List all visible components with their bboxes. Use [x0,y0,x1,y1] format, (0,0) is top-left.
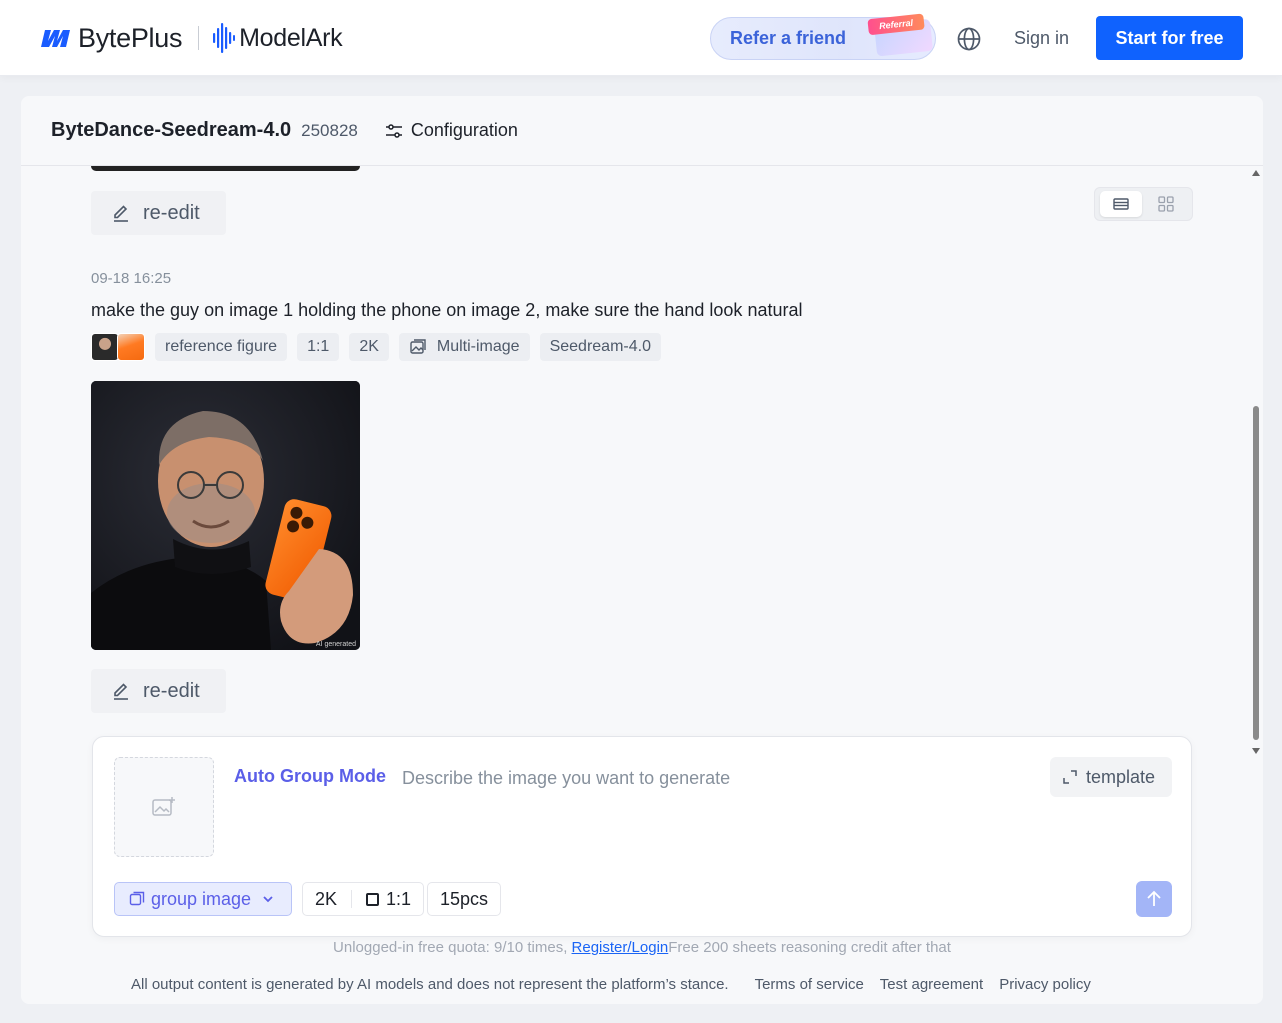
tag-reference-figure: reference figure [155,333,288,361]
auto-group-mode-label[interactable]: Auto Group Mode [234,766,386,787]
ai-generated-label: AI generated [315,641,356,648]
re-edit-label: re-edit [143,201,200,224]
sliders-icon [385,123,402,138]
edit-pencil-icon [114,683,128,700]
refer-friend-button[interactable]: Refer a friend Referral [710,13,936,60]
disclaimer-text: All output content is generated by AI mo… [131,976,729,993]
image-upload-button[interactable] [114,757,214,857]
model-version: 250828 [301,120,358,140]
quota-text: Unlogged-in free quota: 9/10 times, [333,939,568,956]
single-view-button[interactable] [1100,191,1142,217]
reference-thumbnail-1[interactable] [91,333,119,361]
expand-icon [1063,770,1077,784]
re-edit-button-2[interactable]: re-edit [91,669,226,713]
refer-friend-label: Refer a friend [730,28,847,48]
configuration-label: Configuration [410,120,518,140]
generated-image-illustration [91,381,360,650]
terms-of-service-link[interactable]: Terms of service [755,976,864,993]
globe-icon[interactable] [956,26,982,52]
grid-view-button[interactable] [1145,191,1187,217]
re-edit-label: re-edit [143,679,200,702]
quota-tail: Free 200 sheets reasoning credit after t… [668,939,951,956]
arrow-up-icon [1147,890,1161,906]
chevron-down-icon [263,896,273,903]
prompt-composer: Auto Group Mode template group image 2K … [92,736,1192,937]
start-for-free-button[interactable]: Start for free [1096,16,1243,60]
quota-notice: Unlogged-in free quota: 9/10 times, Regi… [21,939,1263,956]
privacy-policy-link[interactable]: Privacy policy [999,976,1091,993]
chat-scrollbar[interactable] [1250,170,1262,754]
tag-ratio: 1:1 [297,333,340,361]
resolution-ratio-select[interactable]: 2K 1:1 [302,882,425,916]
configuration-button[interactable]: Configuration [384,120,518,141]
message-prompt: make the guy on image 1 holding the phon… [91,300,803,320]
group-image-label: group image [151,888,252,909]
list-view-icon [1113,198,1129,210]
template-label: template [1086,766,1156,787]
tag-resolution: 2K [349,333,389,361]
tag-model: Seedream-4.0 [539,333,661,361]
reference-thumbnails[interactable] [91,333,145,361]
tag-mode-label: Multi-image [436,338,520,355]
grid-view-icon [1158,196,1174,212]
pill-divider [351,890,353,908]
reference-thumbnail-2[interactable] [117,333,145,361]
modelark-wordmark: ModelArk [239,23,343,52]
group-image-select[interactable]: group image [114,882,292,916]
scroll-down-arrow-icon[interactable] [1252,748,1260,754]
model-name: ByteDance-Seedream-4.0 [51,119,292,141]
edit-pencil-icon [114,205,128,222]
image-count-select[interactable]: 15pcs [427,882,502,916]
view-mode-toggle [1094,187,1193,221]
top-nav: BytePlus ModelArk Refer a friend Referra… [0,0,1282,76]
playground-panel: ByteDance-Seedream-4.0 250828 Configurat… [21,96,1263,1004]
prompt-input[interactable] [402,761,1042,795]
re-edit-button[interactable]: re-edit [91,191,226,235]
panel-header: ByteDance-Seedream-4.0 250828 Configurat… [21,96,1263,166]
byteplus-logo-icon [41,30,70,47]
referral-card-icon: Referral [867,9,934,57]
ratio-value: 1:1 [386,888,412,909]
image-count-value: 15pcs [440,888,489,909]
scrollbar-thumb[interactable] [1253,406,1259,740]
aspect-ratio-icon [366,892,380,906]
multi-image-icon [410,339,426,354]
sign-in-link[interactable]: Sign in [1014,28,1069,49]
message-timestamp: 09-18 16:25 [91,270,172,287]
brand[interactable]: BytePlus ModelArk [40,20,343,56]
template-button[interactable]: template [1050,757,1172,797]
send-button[interactable] [1136,881,1172,917]
tag-mode: Multi-image [398,333,530,361]
resolution-value: 2K [315,888,338,909]
scroll-up-arrow-icon[interactable] [1252,170,1260,176]
generation-tags: reference figure 1:1 2K Multi-image Seed… [91,333,671,361]
group-image-icon [129,891,145,906]
modelark-logo-icon [213,23,236,53]
add-image-icon [152,797,175,816]
previous-generated-image[interactable] [91,166,360,171]
brand-divider [198,26,200,50]
register-login-link[interactable]: Register/Login [572,939,669,956]
byteplus-wordmark: BytePlus [78,22,183,53]
footer: All output content is generated by AI mo… [131,976,1091,993]
test-agreement-link[interactable]: Test agreement [880,976,983,993]
generated-image[interactable]: AI generated [91,381,360,650]
